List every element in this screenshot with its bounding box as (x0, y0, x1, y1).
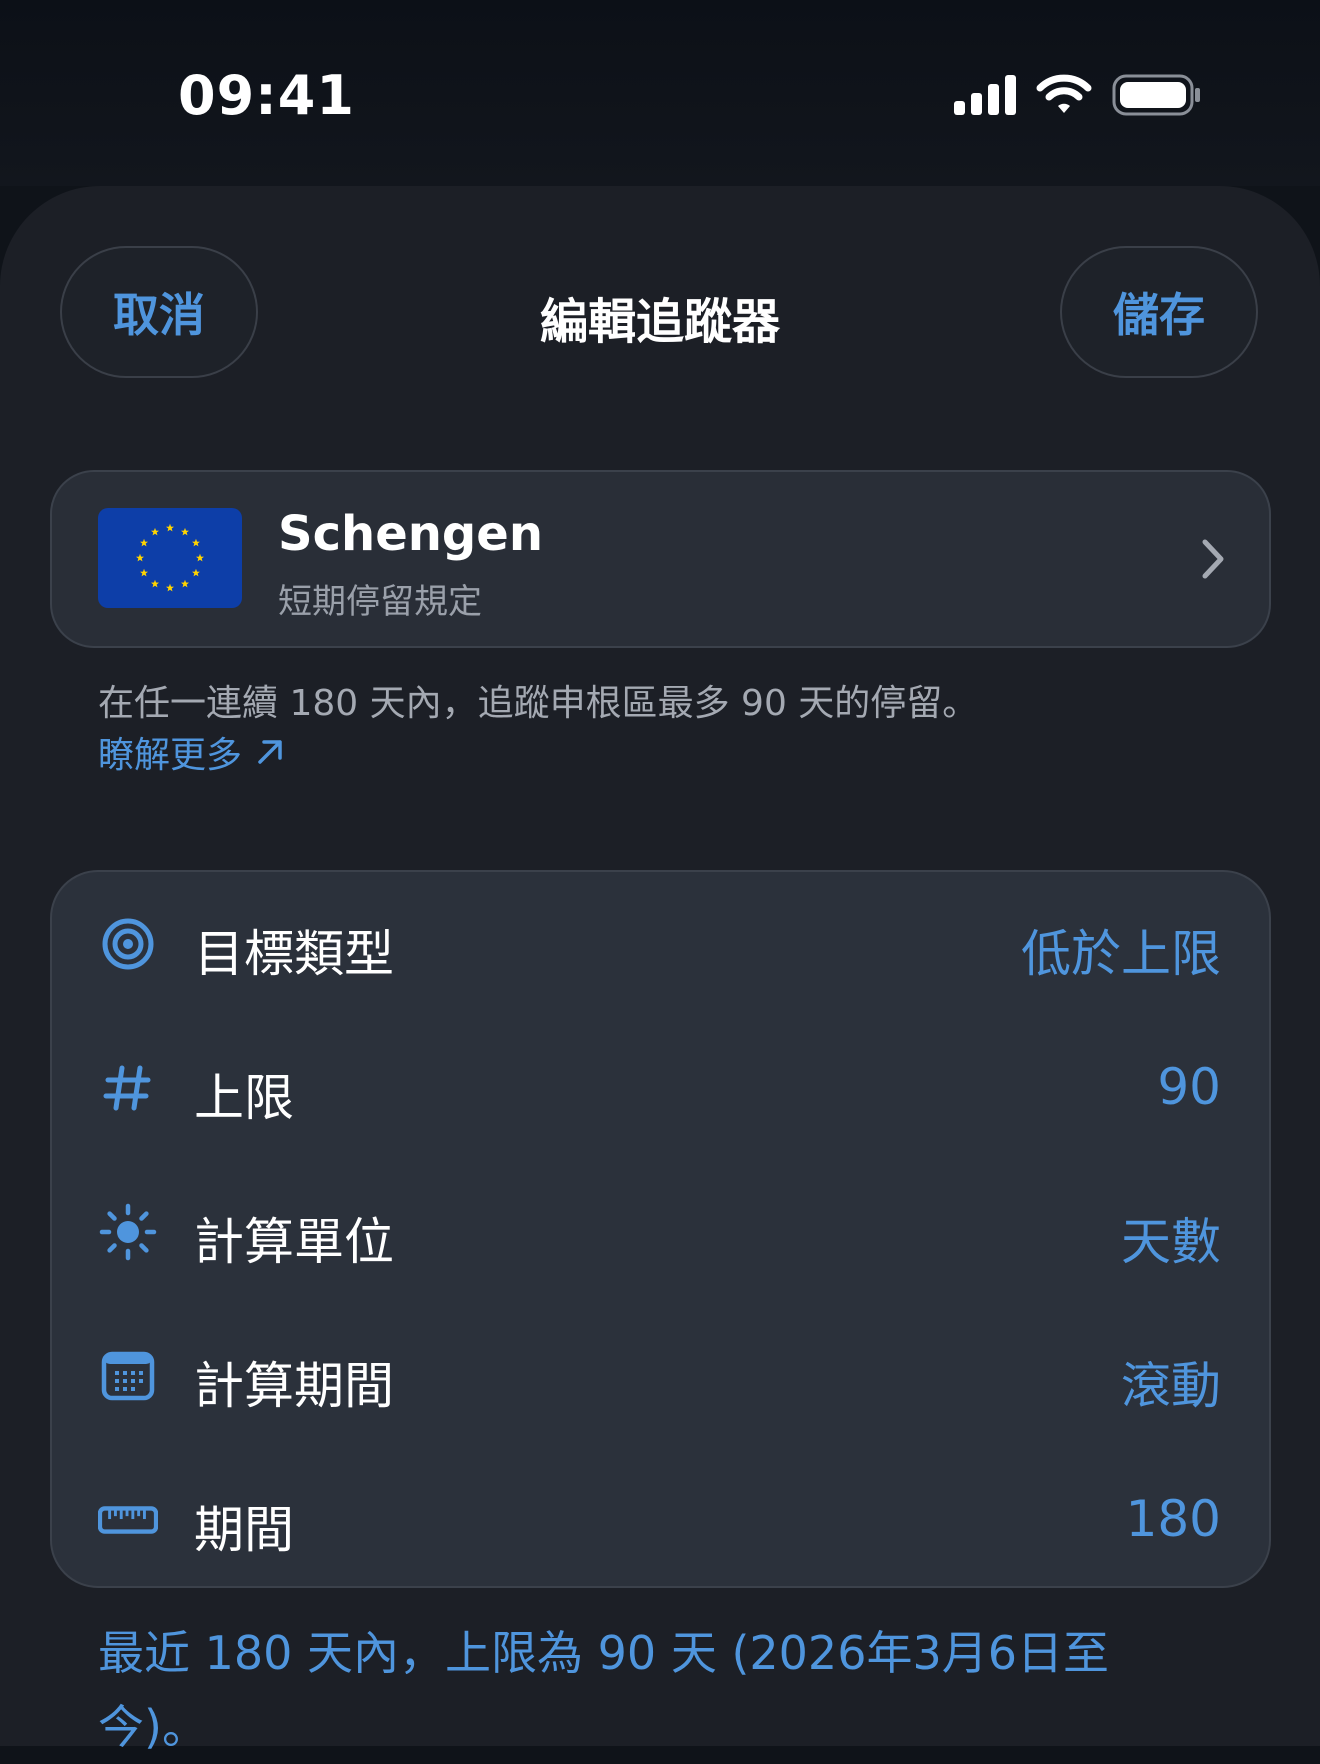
row-value: 天數 (1121, 1213, 1221, 1271)
flag-star (166, 523, 174, 532)
eu-flag-icon (98, 508, 242, 608)
region-selector[interactable]: Schengen 短期停留規定 (50, 470, 1271, 648)
region-name: Schengen (278, 506, 544, 562)
row-label: 計算單位 (194, 1213, 394, 1271)
flag-star (140, 568, 149, 577)
status-bar: 09:41 (0, 0, 1320, 186)
flag-star (140, 538, 149, 547)
flag-star (191, 568, 200, 577)
settings-card: 目標類型 低於上限 上限 90 計算單位 天數 計算期間 滾動 期間 180 (50, 870, 1271, 1588)
flag-star (181, 527, 189, 536)
arrow-up-right-icon (258, 740, 282, 764)
flag-star (136, 553, 144, 562)
flag-star (181, 579, 189, 588)
row-value: 180 (1125, 1490, 1221, 1548)
row-goal-type[interactable]: 目標類型 低於上限 (52, 872, 1269, 1016)
row-label: 期間 (194, 1501, 294, 1559)
flag-star (191, 538, 200, 547)
sun-icon (98, 1202, 158, 1262)
row-label: 目標類型 (194, 925, 394, 983)
row-label: 上限 (194, 1069, 294, 1127)
row-label: 計算期間 (194, 1357, 394, 1415)
tracker-description: 在任一連續 180 天內，追蹤申根區最多 90 天的停留。 (98, 683, 979, 724)
calendar-icon (98, 1346, 158, 1406)
row-period[interactable]: 期間 180 (52, 1448, 1269, 1592)
cellular-signal-icon (954, 75, 1016, 115)
wifi-icon (1036, 74, 1092, 113)
target-icon (98, 914, 158, 974)
learn-more-link[interactable]: 瞭解更多 (98, 726, 286, 778)
hash-icon (98, 1058, 158, 1118)
chevron-right-icon (1202, 539, 1224, 579)
save-button[interactable]: 儲存 (1060, 246, 1258, 378)
row-value: 滾動 (1121, 1357, 1221, 1415)
flag-star (151, 527, 159, 536)
ruler-icon (98, 1490, 158, 1550)
row-unit[interactable]: 計算單位 天數 (52, 1160, 1269, 1304)
learn-more-label: 瞭解更多 (98, 735, 243, 776)
flag-star (151, 579, 159, 588)
flag-star (196, 553, 204, 562)
row-limit[interactable]: 上限 90 (52, 1016, 1269, 1160)
status-icons (954, 74, 1202, 116)
edit-tracker-sheet: 取消 編輯追蹤器 儲存 Schengen 短期停留規定 在任一連續 180 天內… (0, 186, 1320, 1754)
region-subtitle: 短期停留規定 (278, 582, 482, 622)
row-value: 90 (1157, 1058, 1221, 1116)
row-value: 低於上限 (1021, 925, 1221, 983)
row-calc-period[interactable]: 計算期間 滾動 (52, 1304, 1269, 1448)
status-time: 09:41 (178, 64, 355, 127)
flag-star (166, 583, 174, 592)
battery-icon (1112, 74, 1200, 116)
summary-note: 最近 180 天內，上限為 90 天 (2026年3月6日至今)。 (98, 1626, 1109, 1754)
